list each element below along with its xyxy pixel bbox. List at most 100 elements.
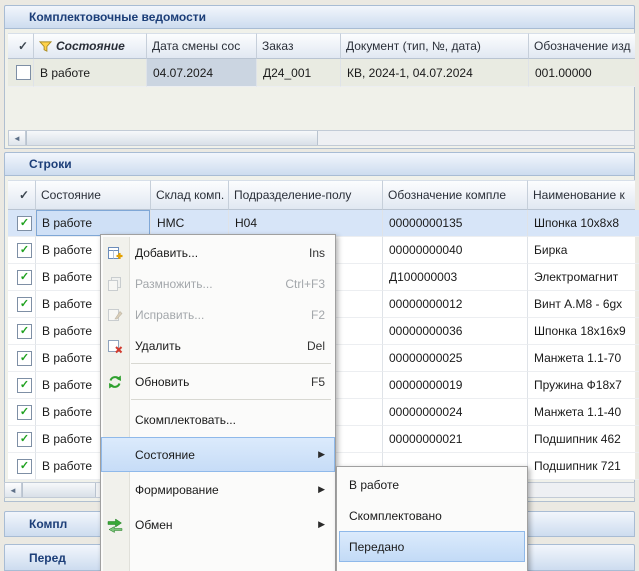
- menu-item-add[interactable]: Добавить... Ins: [101, 237, 335, 268]
- column-header-name[interactable]: Наименование к: [528, 180, 635, 210]
- cell-check[interactable]: ✓: [8, 264, 36, 291]
- check-icon: ✓: [20, 218, 29, 229]
- column-header-state[interactable]: Состояние: [36, 180, 151, 210]
- column-header-doc[interactable]: Документ (тип, №, дата): [341, 33, 529, 59]
- cell-name[interactable]: Подшипник 721: [528, 453, 639, 480]
- cell-warehouse[interactable]: НМС: [151, 210, 229, 237]
- column-header-department[interactable]: Подразделение-полу: [229, 180, 383, 210]
- cell-code[interactable]: 00000000135: [383, 210, 528, 237]
- menu-item-duplicate[interactable]: Размножить... Ctrl+F3: [101, 268, 335, 299]
- cell-date[interactable]: 04.07.2024: [147, 59, 257, 87]
- column-header-check-all[interactable]: ✓: [8, 180, 36, 210]
- column-header-order[interactable]: Заказ: [257, 33, 341, 59]
- check-icon: ✓: [20, 245, 29, 256]
- column-header-warehouse[interactable]: Склад комп.: [151, 180, 229, 210]
- cell-check[interactable]: ✓: [8, 237, 36, 264]
- submenu-item-assembled[interactable]: Скомплектовано: [339, 500, 525, 531]
- cell-check[interactable]: ✓: [8, 453, 36, 480]
- menu-item-delete[interactable]: Удалить Del: [101, 330, 335, 361]
- menu-item-refresh[interactable]: Обновить F5: [101, 366, 335, 397]
- row-checkbox[interactable]: ✓: [17, 297, 32, 312]
- exchange-icon: [107, 517, 123, 533]
- panel-title: Компл: [29, 517, 67, 531]
- cell-check[interactable]: [8, 59, 34, 87]
- check-icon: ✓: [20, 434, 29, 445]
- menu-item-assemble[interactable]: Скомплектовать...: [101, 402, 335, 437]
- column-header-state[interactable]: Состояние: [34, 33, 147, 59]
- cell-code[interactable]: 00000000025: [383, 345, 528, 372]
- cell-name[interactable]: Шпонка 10х8х8: [528, 210, 639, 237]
- cell-code[interactable]: 00000000024: [383, 399, 528, 426]
- cell-check[interactable]: ✓: [8, 372, 36, 399]
- row-checkbox[interactable]: ✓: [17, 243, 32, 258]
- cell-name[interactable]: Подшипник 462: [528, 426, 639, 453]
- check-icon: ✓: [20, 272, 29, 283]
- menu-separator: [131, 399, 331, 400]
- cell-state[interactable]: В работе: [34, 59, 147, 87]
- row-checkbox[interactable]: ✓: [17, 270, 32, 285]
- cell-name[interactable]: Винт А.М8 - 6gх: [528, 291, 639, 318]
- panel-header-vedomosti[interactable]: Комплектовочные ведомости: [4, 5, 635, 29]
- submenu-item-in-work[interactable]: В работе: [339, 469, 525, 500]
- menu-item-exchange[interactable]: Обмен ▶: [101, 507, 335, 542]
- menu-item-edit[interactable]: Исправить... F2: [101, 299, 335, 330]
- cell-check[interactable]: ✓: [8, 345, 36, 372]
- vedomosti-header-row: ✓ Состояние Дата смены сос Заказ Докумен…: [8, 33, 635, 59]
- cell-name[interactable]: Манжета 1.1-40: [528, 399, 639, 426]
- cell-check[interactable]: ✓: [8, 318, 36, 345]
- check-icon: ✓: [19, 188, 29, 202]
- cell-name[interactable]: Шпонка 18х16х9: [528, 318, 639, 345]
- check-icon: ✓: [20, 407, 29, 418]
- column-header-check-all[interactable]: ✓: [8, 33, 34, 59]
- scroll-left-icon[interactable]: ◄: [9, 131, 26, 145]
- cell-check[interactable]: ✓: [8, 291, 36, 318]
- menu-item-state[interactable]: Состояние ▶: [101, 437, 335, 472]
- cell-code[interactable]: 00000000021: [383, 426, 528, 453]
- row-checkbox[interactable]: ✓: [17, 459, 32, 474]
- cell-check[interactable]: ✓: [8, 210, 36, 237]
- row-checkbox[interactable]: ✓: [17, 405, 32, 420]
- cell-doc[interactable]: КВ, 2024-1, 04.07.2024: [341, 59, 529, 87]
- context-menu: Добавить... Ins Размножить... Ctrl+F3 Ис…: [100, 234, 336, 571]
- cell-code[interactable]: 00000000019: [383, 372, 528, 399]
- cell-code[interactable]: Д100000003: [383, 264, 528, 291]
- row-checkbox[interactable]: [16, 65, 31, 80]
- row-checkbox[interactable]: ✓: [17, 378, 32, 393]
- cell-department[interactable]: Н04: [229, 210, 383, 237]
- table-row[interactable]: В работе 04.07.2024 Д24_001 КВ, 2024-1, …: [8, 59, 635, 87]
- horizontal-scrollbar[interactable]: ◄: [8, 130, 635, 146]
- cell-code[interactable]: 00000000036: [383, 318, 528, 345]
- check-icon: ✓: [18, 39, 28, 53]
- submenu-arrow-icon: ▶: [318, 484, 325, 495]
- cell-name[interactable]: Бирка: [528, 237, 639, 264]
- row-checkbox[interactable]: ✓: [17, 216, 32, 231]
- cell-order[interactable]: Д24_001: [257, 59, 341, 87]
- cell-check[interactable]: ✓: [8, 399, 36, 426]
- row-checkbox[interactable]: ✓: [17, 432, 32, 447]
- row-checkbox[interactable]: ✓: [17, 351, 32, 366]
- filter-icon[interactable]: [39, 40, 52, 53]
- menu-item-forming[interactable]: Формирование ▶: [101, 472, 335, 507]
- cell-state[interactable]: В работе: [36, 210, 151, 237]
- cell-designation[interactable]: 001.00000: [529, 59, 635, 87]
- submenu-item-transferred[interactable]: Передано: [339, 531, 525, 562]
- cell-code[interactable]: 00000000012: [383, 291, 528, 318]
- check-icon: ✓: [20, 461, 29, 472]
- panel-title: Перед: [29, 551, 66, 565]
- cell-name[interactable]: Манжета 1.1-70: [528, 345, 639, 372]
- cell-code[interactable]: 00000000040: [383, 237, 528, 264]
- check-icon: ✓: [20, 299, 29, 310]
- scrollbar-thumb[interactable]: [26, 131, 318, 145]
- column-header-date[interactable]: Дата смены сос: [147, 33, 257, 59]
- row-checkbox[interactable]: ✓: [17, 324, 32, 339]
- scrollbar-thumb[interactable]: [22, 483, 96, 497]
- cell-name[interactable]: Электромагнит: [528, 264, 639, 291]
- cell-name[interactable]: Пружина Ф18х7: [528, 372, 639, 399]
- table-row[interactable]: ✓ В работе НМС Н04 00000000135 Шпонка 10…: [8, 210, 635, 237]
- column-header-designation[interactable]: Обозначение изд: [529, 33, 635, 59]
- panel-header-stroki[interactable]: Строки: [4, 152, 635, 176]
- column-header-code[interactable]: Обозначение компле: [383, 180, 528, 210]
- refresh-icon: [107, 374, 123, 390]
- cell-check[interactable]: ✓: [8, 426, 36, 453]
- scroll-left-icon[interactable]: ◄: [5, 483, 22, 497]
